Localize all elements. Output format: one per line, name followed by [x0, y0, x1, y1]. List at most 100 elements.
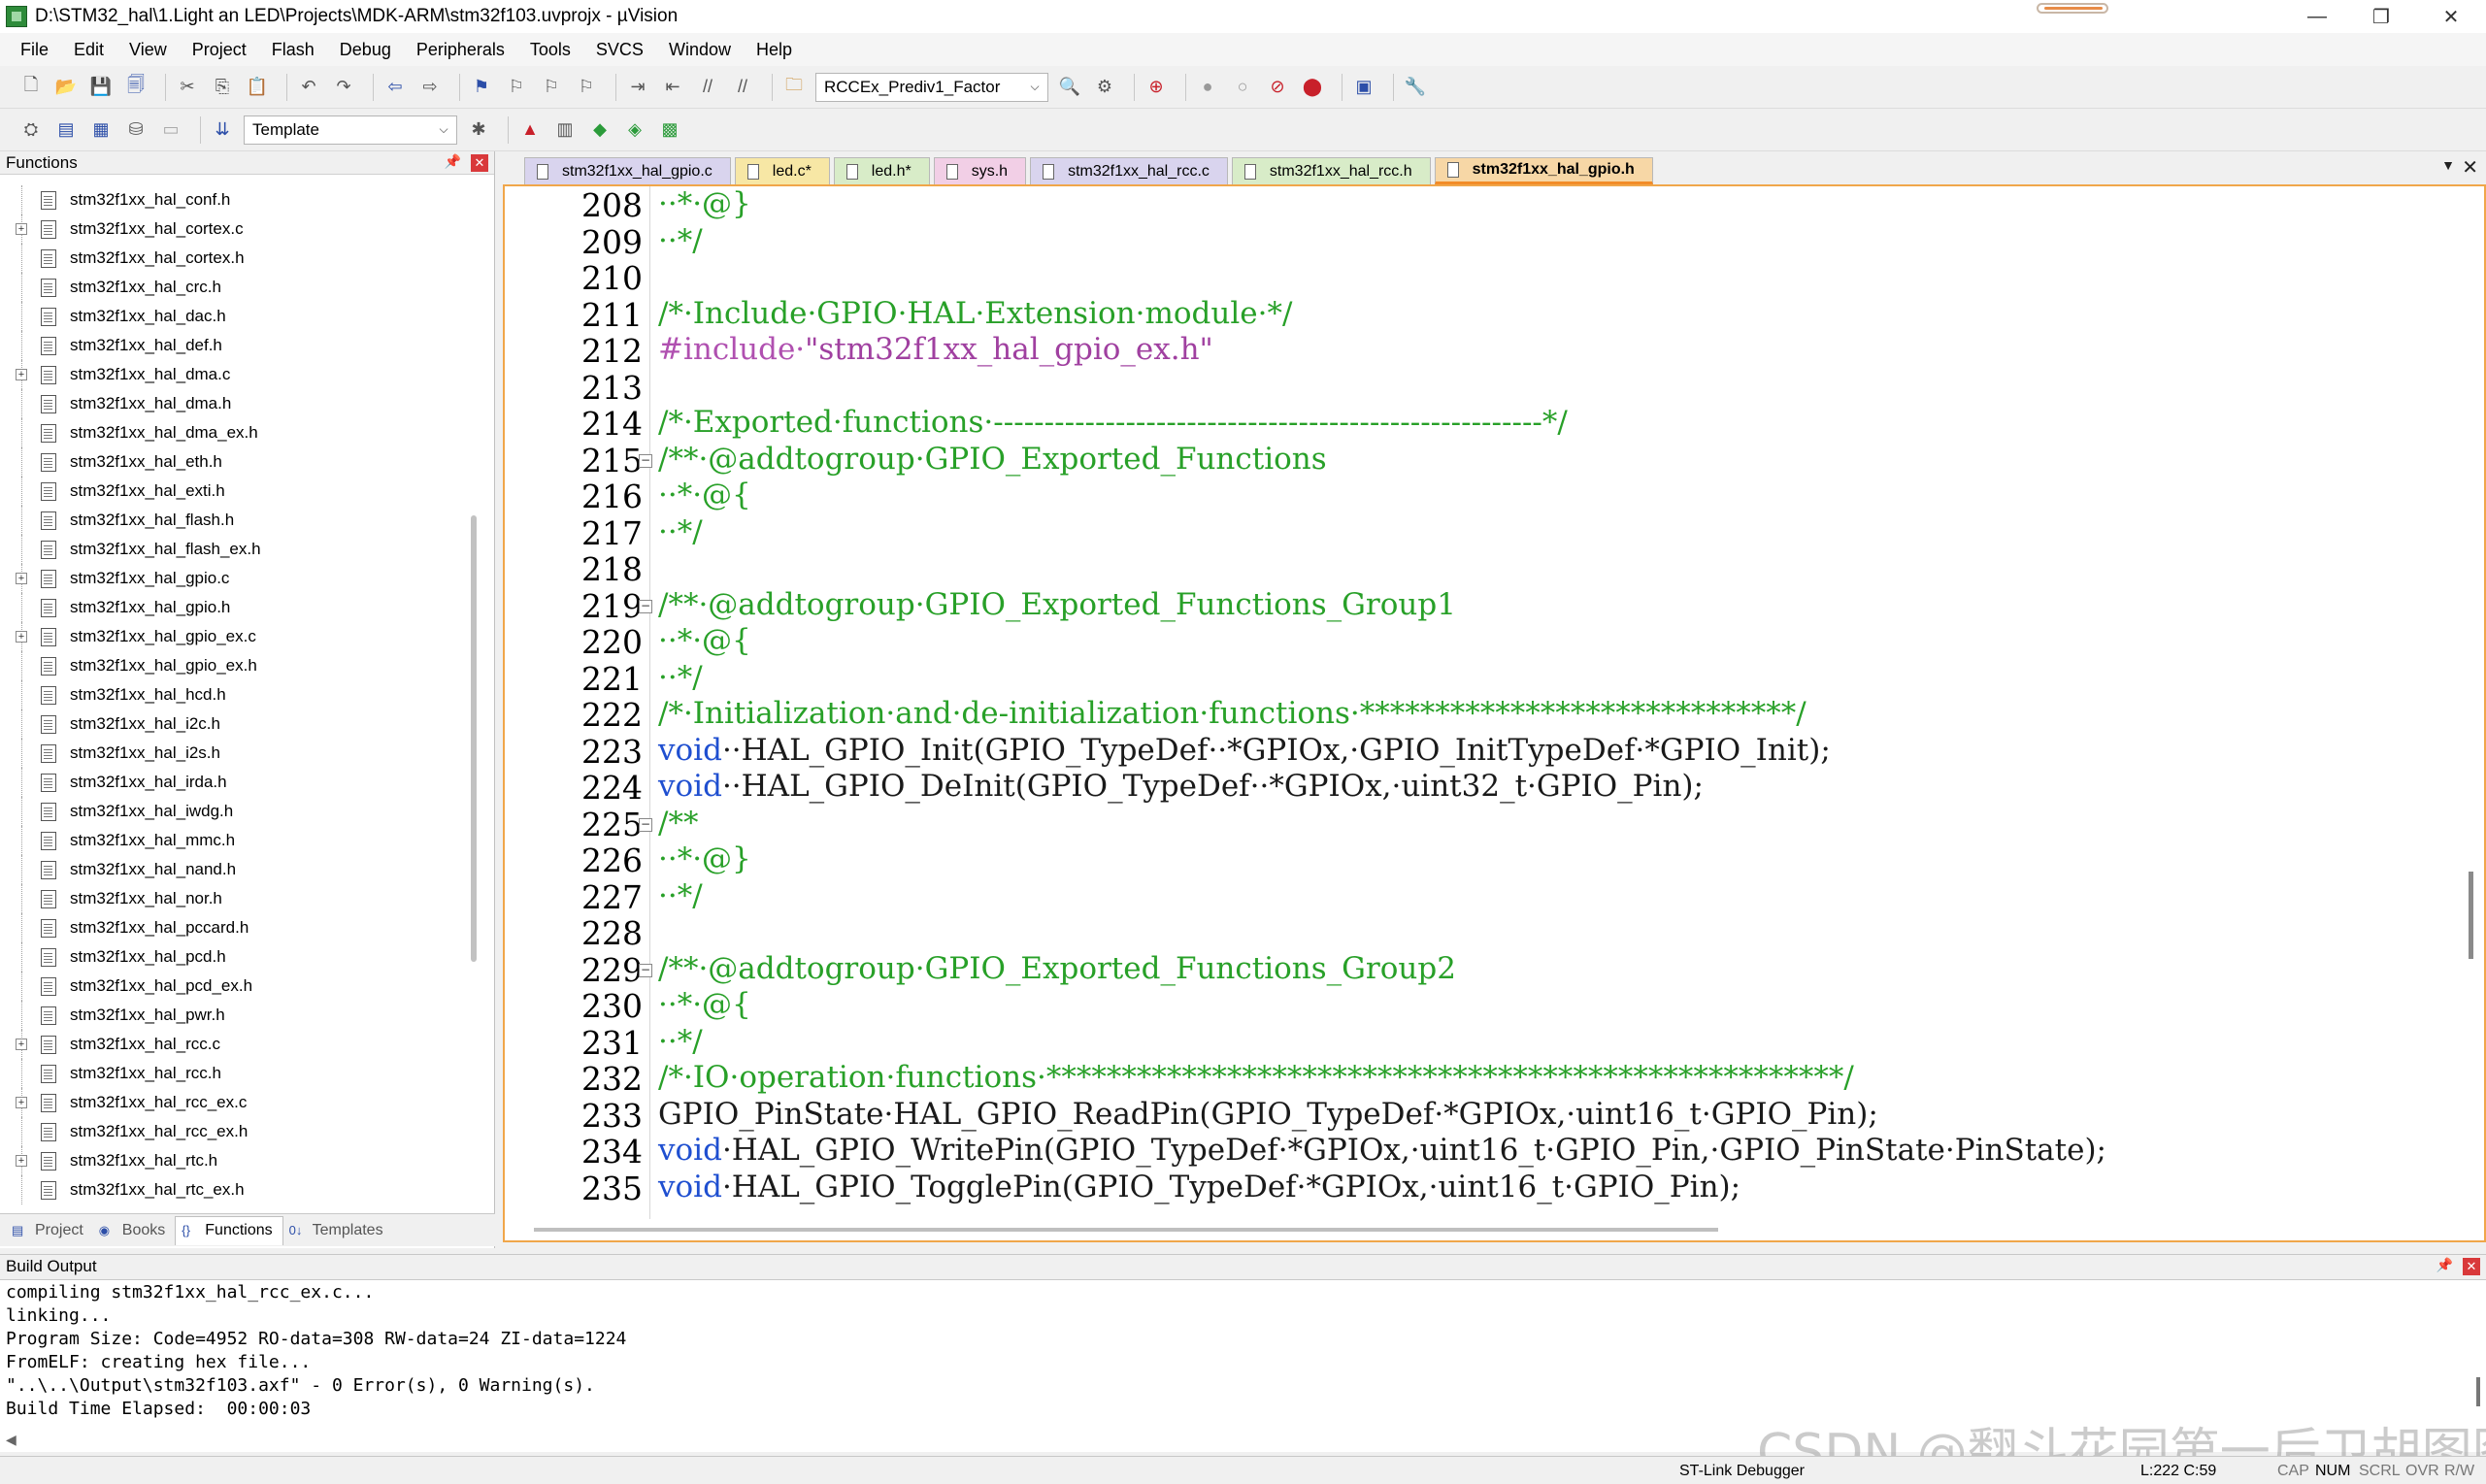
scrollbar-thumb[interactable] [2476, 1377, 2480, 1406]
comment-icon[interactable]: // [694, 74, 721, 101]
navigate-forward-icon[interactable]: ⇨ [416, 74, 444, 101]
menu-file[interactable]: File [8, 40, 61, 60]
fold-collapse-icon[interactable]: − [639, 817, 652, 832]
scroll-left-icon[interactable]: ◀ [6, 1432, 17, 1448]
find-in-files-icon[interactable]: 🗀 [780, 74, 808, 101]
function-file-item[interactable]: stm32f1xx_hal_hcd.h [0, 680, 468, 709]
fold-collapse-icon[interactable]: − [639, 599, 652, 613]
select-packs-icon[interactable]: ▥ [551, 116, 579, 144]
software-packs-icon[interactable]: ▩ [656, 116, 683, 144]
bookmark-clear-icon[interactable]: ⚐ [573, 74, 600, 101]
cut-icon[interactable]: ✂ [174, 74, 201, 101]
save-all-icon[interactable]: 🗐 [122, 74, 149, 101]
window-layout-icon[interactable]: ▣ [1350, 74, 1377, 101]
editor-tab[interactable]: stm32f1xx_hal_gpio.h [1434, 157, 1653, 184]
function-file-item[interactable]: stm32f1xx_hal_dac.h [0, 302, 468, 331]
editor-tab[interactable]: led.c* [734, 157, 830, 184]
uncomment-icon[interactable]: // [729, 74, 756, 101]
find-icon[interactable]: 🔍 [1056, 74, 1083, 101]
function-file-item[interactable]: stm32f1xx_hal_i2s.h [0, 739, 468, 768]
bookmark-next-icon[interactable]: ⚐ [538, 74, 565, 101]
function-file-item[interactable]: stm32f1xx_hal_crc.h [0, 273, 468, 302]
editor-tab[interactable]: stm32f1xx_hal_rcc.h [1231, 157, 1431, 184]
function-file-item[interactable]: stm32f1xx_hal_gpio_ex.h [0, 651, 468, 680]
close-icon[interactable]: ✕ [471, 154, 488, 172]
function-file-item[interactable]: stm32f1xx_hal_flash.h [0, 506, 468, 535]
manage-runtime-icon[interactable]: ◈ [621, 116, 648, 144]
expand-plus-icon[interactable]: + [16, 1097, 27, 1108]
scrollbar-thumb[interactable] [2469, 872, 2473, 959]
function-file-item[interactable]: stm32f1xx_hal_dma.h [0, 389, 468, 418]
expand-plus-icon[interactable]: + [16, 223, 27, 235]
editor-tab[interactable]: led.h* [833, 157, 930, 184]
unindent-icon[interactable]: ⇤ [659, 74, 686, 101]
editor-horizontal-scrollbar[interactable] [505, 1219, 2484, 1240]
function-file-item[interactable]: stm32f1xx_hal_nor.h [0, 884, 468, 913]
download-icon[interactable]: ⇊ [209, 116, 236, 144]
chevron-down-icon[interactable]: ⌵ [1024, 76, 1045, 99]
menu-flash[interactable]: Flash [259, 40, 327, 60]
menu-help[interactable]: Help [744, 40, 805, 60]
incremental-find-icon[interactable]: ⚙ [1091, 74, 1118, 101]
translate-icon[interactable]: ⛭ [17, 116, 45, 144]
breakpoint-disable-all-icon[interactable]: ⊘ [1264, 74, 1291, 101]
function-file-item[interactable]: + stm32f1xx_hal_gpio.c [0, 564, 468, 593]
editor-tab[interactable]: sys.h [933, 157, 1027, 184]
function-file-item[interactable]: stm32f1xx_hal_mmc.h [0, 826, 468, 855]
function-file-item[interactable]: stm32f1xx_hal_pcd.h [0, 942, 468, 972]
paste-icon[interactable]: 📋 [244, 74, 271, 101]
function-file-item[interactable]: stm32f1xx_hal_pwr.h [0, 1001, 468, 1030]
redo-icon[interactable]: ↷ [330, 74, 357, 101]
editor-tab[interactable]: stm32f1xx_hal_rcc.c [1030, 157, 1228, 184]
function-file-item[interactable]: + stm32f1xx_hal_cortex.c [0, 214, 468, 244]
functions-scrollbar[interactable] [468, 185, 493, 1224]
navigate-back-icon[interactable]: ⇦ [381, 74, 409, 101]
menu-project[interactable]: Project [180, 40, 259, 60]
panel-tab-functions[interactable]: {} Functions [175, 1215, 283, 1245]
function-file-item[interactable]: stm32f1xx_hal_exti.h [0, 477, 468, 506]
indent-icon[interactable]: ⇥ [624, 74, 651, 101]
function-file-item[interactable]: stm32f1xx_hal_rcc_ex.h [0, 1117, 468, 1146]
minimize-button[interactable]: — [2283, 0, 2351, 33]
new-file-icon[interactable]: 🗋 [17, 74, 45, 101]
target-options-icon[interactable]: ✱ [465, 116, 492, 144]
function-file-item[interactable]: stm32f1xx_hal_conf.h [0, 185, 468, 214]
function-file-item[interactable]: stm32f1xx_hal_pccard.h [0, 913, 468, 942]
function-file-item[interactable]: stm32f1xx_hal_dma_ex.h [0, 418, 468, 447]
batch-build-icon[interactable]: ⛁ [122, 116, 149, 144]
pin-icon[interactable]: 📌 [445, 153, 461, 170]
editor-tab[interactable]: stm32f1xx_hal_gpio.c [524, 157, 731, 184]
code-editor[interactable]: 208 ··*·@} 209 ··*/ 210 211 /*·Include·GPIO·HA… [503, 184, 2486, 1242]
close-icon[interactable]: ✕ [2463, 1258, 2480, 1275]
function-file-item[interactable]: stm32f1xx_hal_flash_ex.h [0, 535, 468, 564]
function-file-item[interactable]: stm32f1xx_hal_iwdg.h [0, 797, 468, 826]
target-combo[interactable]: Template ⌵ [244, 115, 457, 145]
panel-tab-books[interactable]: ◉ Books [93, 1216, 175, 1245]
pin-icon[interactable]: 📌 [2436, 1257, 2453, 1273]
function-file-item[interactable]: stm32f1xx_hal_rtc_ex.h [0, 1175, 468, 1204]
close-window-button[interactable]: ✕ [2417, 0, 2485, 33]
function-file-item[interactable]: + stm32f1xx_hal_gpio_ex.c [0, 622, 468, 651]
function-file-item[interactable]: stm32f1xx_hal_def.h [0, 331, 468, 360]
editor-vertical-scrollbar[interactable] [2461, 186, 2484, 1240]
maximize-button[interactable]: ❐ [2347, 0, 2415, 33]
chevron-down-icon[interactable]: ⌵ [433, 118, 454, 142]
menu-peripherals[interactable]: Peripherals [404, 40, 517, 60]
scrollbar-thumb[interactable] [534, 1228, 1718, 1232]
debug-session-icon[interactable]: ⊕ [1143, 74, 1170, 101]
function-file-item[interactable]: + stm32f1xx_hal_rcc.c [0, 1030, 468, 1059]
function-file-item[interactable]: stm32f1xx_hal_i2c.h [0, 709, 468, 739]
expand-plus-icon[interactable]: + [16, 1155, 27, 1167]
function-file-item[interactable]: stm32f1xx_hal_cortex.h [0, 244, 468, 273]
breakpoint-enable-icon[interactable]: ○ [1229, 74, 1256, 101]
breakpoint-kill-all-icon[interactable]: ⬤ [1299, 74, 1326, 101]
bookmark-toggle-icon[interactable]: ⚑ [468, 74, 495, 101]
open-folder-icon[interactable]: 📂 [52, 74, 80, 101]
expand-plus-icon[interactable]: + [16, 369, 27, 380]
menu-edit[interactable]: Edit [61, 40, 116, 60]
fold-collapse-icon[interactable]: − [639, 963, 652, 977]
function-file-item[interactable]: stm32f1xx_hal_pcd_ex.h [0, 972, 468, 1001]
expand-plus-icon[interactable]: + [16, 631, 27, 643]
bookmark-prev-icon[interactable]: ⚐ [503, 74, 530, 101]
function-file-item[interactable]: stm32f1xx_hal_nand.h [0, 855, 468, 884]
